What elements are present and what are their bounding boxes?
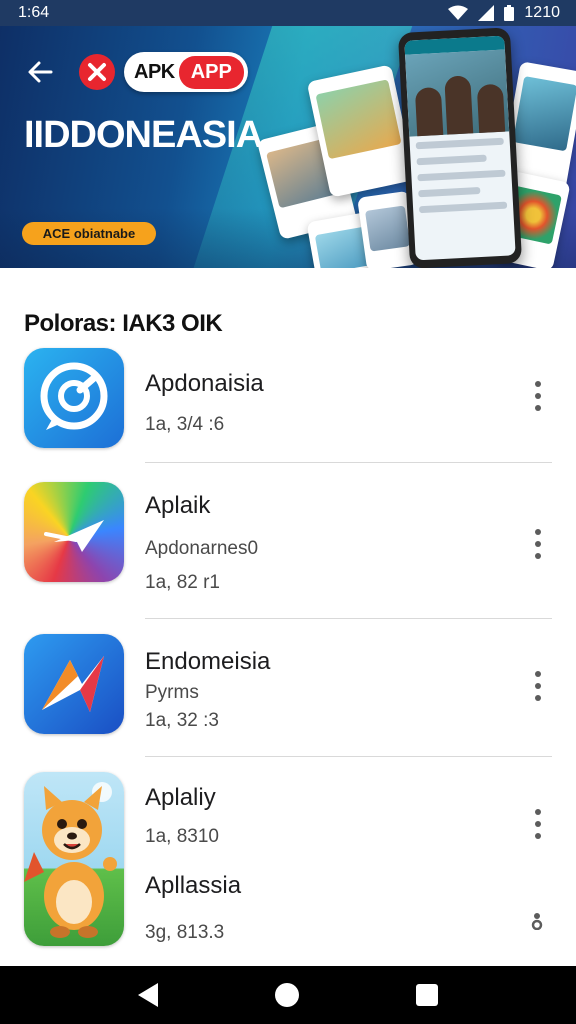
app-name: Endomeisia — [145, 648, 271, 675]
nav-home-icon[interactable] — [274, 983, 299, 1007]
list-item[interactable]: Aplaliy 1a, 8310 Apllassia 3g, 813.3 — [0, 770, 576, 960]
app-subtitle: Pyrms — [145, 682, 199, 703]
list-item[interactable]: Apdonaisia 1a, 3/4 :6 — [0, 346, 576, 462]
paper-plane-icon — [24, 482, 124, 582]
hero-banner: APK APP IIDDONEASIA ACE obiatnabe — [0, 26, 576, 268]
battery-icon — [504, 5, 515, 21]
list-item[interactable]: Endomeisia Pyrms 1a, 32 :3 — [0, 632, 576, 756]
nav-recents-icon[interactable] — [415, 984, 438, 1006]
back-button[interactable] — [22, 54, 58, 90]
app-name: Apdonaisia — [145, 370, 264, 397]
fox-mascot-icon — [24, 772, 124, 946]
status-icons: 1210 — [448, 4, 560, 22]
section-title: Poloras: IAK3 OIK — [24, 310, 223, 337]
app-size: 1a, 82 r1 — [145, 572, 220, 593]
more-options-button[interactable] — [526, 666, 550, 706]
more-options-button[interactable] — [526, 524, 550, 564]
hero-title: IIDDONEASIA — [24, 114, 263, 156]
wifi-icon — [448, 5, 469, 21]
brand-logo-mark — [79, 54, 115, 90]
logo-app-text: APP — [178, 55, 244, 89]
status-bar: 1:64 1210 — [0, 0, 576, 26]
brand-logo: APK APP — [124, 52, 248, 92]
app-name: Aplaik — [145, 492, 211, 519]
app-name: Aplaliy — [145, 784, 216, 811]
app-subtitle: Apdonarnes0 — [145, 538, 259, 559]
list-item[interactable]: Aplaik Apdonarnes0 1a, 82 r1 — [0, 482, 576, 618]
app-size: 1a, 3/4 :6 — [145, 414, 225, 435]
more-options-button[interactable] — [526, 804, 550, 844]
divider — [145, 756, 552, 757]
chat-bubble-icon — [24, 348, 124, 448]
phone-mockup — [397, 27, 523, 268]
status-clock-right: 1210 — [524, 4, 560, 21]
arrow-logo-icon — [24, 634, 124, 734]
divider — [145, 462, 552, 463]
back-arrow-icon — [28, 61, 53, 83]
app-name: Apllassia — [145, 872, 242, 899]
more-options-button[interactable] — [526, 376, 550, 416]
app-size: 1a, 8310 — [145, 826, 219, 847]
nav-back-icon[interactable] — [138, 983, 159, 1007]
system-nav-bar — [0, 966, 576, 1024]
status-time: 1:64 — [18, 4, 50, 21]
signal-icon — [478, 5, 495, 21]
more-options-button[interactable] — [530, 912, 544, 936]
app-size: 3g, 813.3 — [145, 922, 225, 943]
hero-badge[interactable]: ACE obiatnabe — [22, 222, 156, 245]
logo-apk-text: APK — [134, 60, 175, 83]
app-size: 1a, 32 :3 — [145, 710, 219, 731]
divider — [145, 618, 552, 619]
